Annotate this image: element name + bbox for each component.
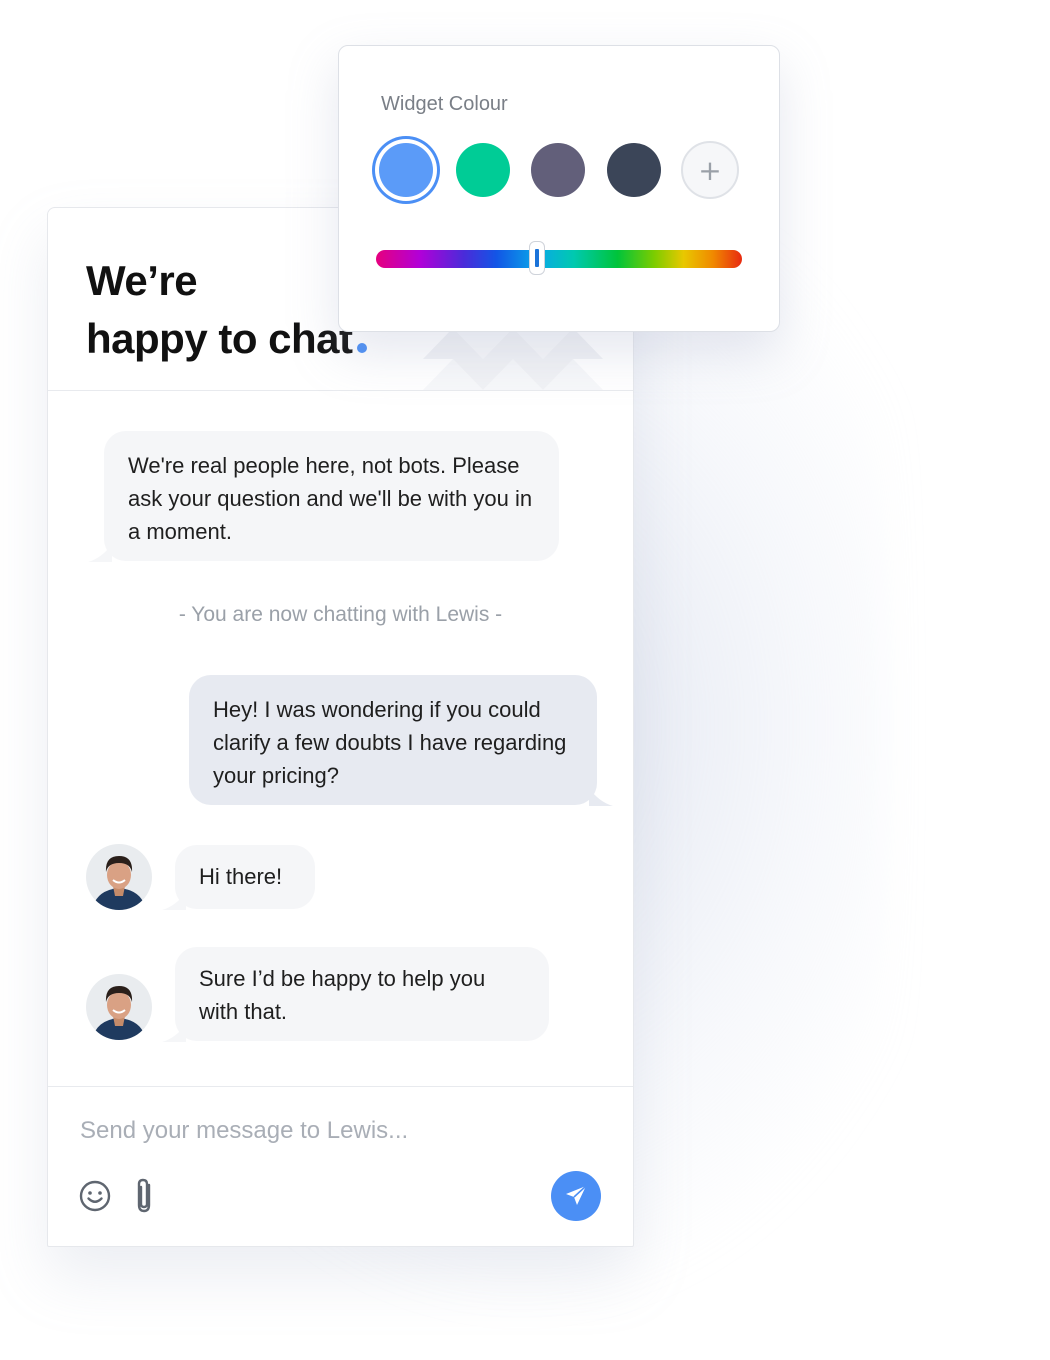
agent-avatar (86, 844, 152, 910)
send-icon (566, 1185, 587, 1205)
send-button[interactable] (551, 1171, 601, 1221)
page-title: We’re happy to chat (86, 252, 367, 368)
message-bubble: Sure I’d be happy to help you with that. (175, 947, 549, 1041)
title-dot (356, 343, 367, 353)
user-message-bubble: Hey! I was wondering if you could clarif… (189, 675, 597, 805)
widget-colour-popover: Widget Colour + (338, 45, 780, 332)
message-bubble: We're real people here, not bots. Please… (104, 431, 559, 561)
smiley-icon[interactable] (78, 1179, 112, 1213)
add-colour-button[interactable]: + (681, 141, 739, 199)
paperclip-icon[interactable] (130, 1177, 160, 1215)
picker-title: Widget Colour (381, 93, 508, 115)
message-composer (48, 1086, 633, 1246)
hue-slider-handle[interactable] (529, 241, 546, 275)
swatch-green[interactable] (456, 143, 510, 197)
swatch-slate[interactable] (607, 143, 661, 197)
swatch-purple-grey[interactable] (531, 143, 585, 197)
message-bubble: Hi there! (175, 845, 315, 909)
plus-icon: + (698, 153, 722, 187)
system-message: - You are now chatting with Lewis - (178, 603, 503, 626)
title-line-2: happy to chat (86, 315, 353, 362)
chat-widget: We’re happy to chat We're real people he… (47, 207, 634, 1247)
header-pattern (423, 328, 603, 390)
title-line-1: We’re (86, 257, 198, 304)
message-input[interactable] (80, 1109, 580, 1153)
agent-avatar (86, 974, 152, 1040)
hue-slider[interactable] (376, 241, 742, 275)
swatch-blue[interactable] (379, 143, 433, 197)
